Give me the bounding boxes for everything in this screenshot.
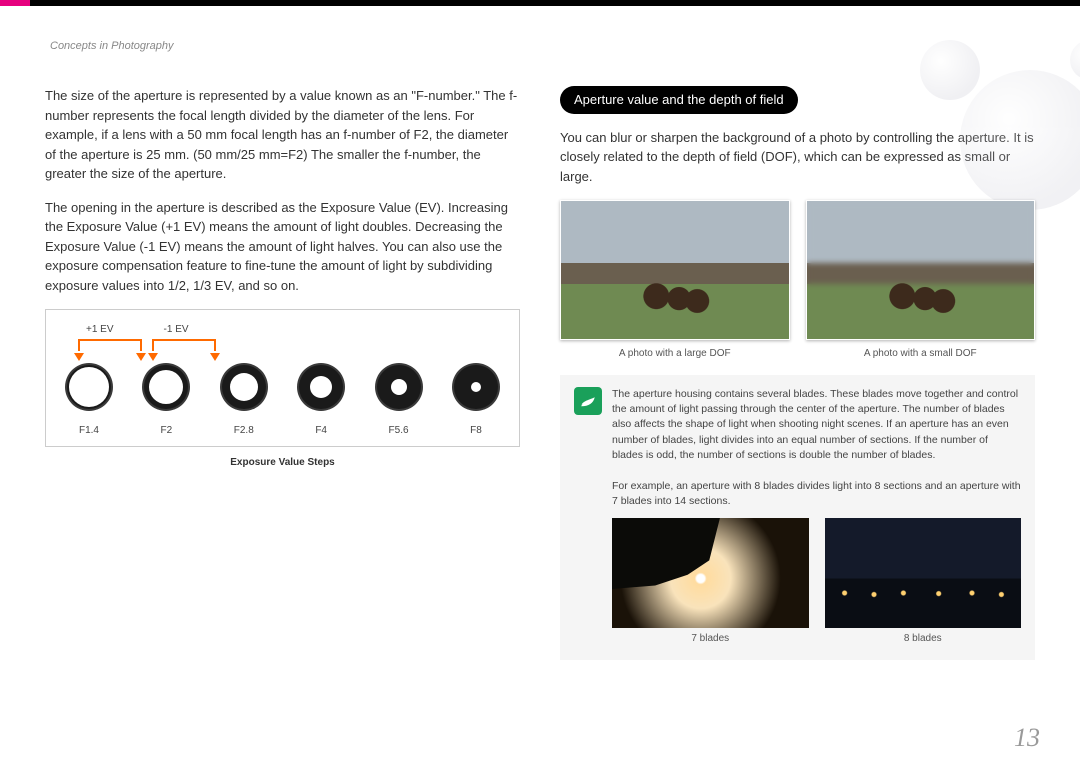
photo-small-dof xyxy=(806,200,1036,340)
body-paragraph: The size of the aperture is represented … xyxy=(45,86,520,184)
caption-small-dof: A photo with a small DOF xyxy=(806,346,1036,361)
aperture-label: F4 xyxy=(290,423,352,438)
ev-arrows xyxy=(56,339,509,357)
note-paragraph: For example, an aperture with 8 blades d… xyxy=(574,479,1021,509)
blade-photo-row xyxy=(574,518,1021,628)
aperture-icon xyxy=(450,361,502,413)
caption-7-blades: 7 blades xyxy=(612,632,809,647)
aperture-label: F5.6 xyxy=(368,423,430,438)
dof-photo-row xyxy=(560,200,1035,340)
note-paragraph: The aperture housing contains several bl… xyxy=(612,387,1021,463)
aperture-label: F2.8 xyxy=(213,423,275,438)
left-column: The size of the aperture is represented … xyxy=(45,86,520,660)
aperture-stop: F8 xyxy=(445,361,507,438)
info-note: The aperture housing contains several bl… xyxy=(560,375,1035,660)
aperture-icon xyxy=(295,361,347,413)
breadcrumb: Concepts in Photography xyxy=(50,40,174,52)
aperture-icon xyxy=(140,361,192,413)
caption-large-dof: A photo with a large DOF xyxy=(560,346,790,361)
body-paragraph: The opening in the aperture is described… xyxy=(45,198,520,296)
photo-large-dof xyxy=(560,200,790,340)
aperture-stop: F2.8 xyxy=(213,361,275,438)
aperture-stop: F5.6 xyxy=(368,361,430,438)
page-content: The size of the aperture is represented … xyxy=(0,6,1080,660)
aperture-icon xyxy=(373,361,425,413)
aperture-stop: F2 xyxy=(135,361,197,438)
note-icon xyxy=(574,387,602,415)
aperture-stop: F1.4 xyxy=(58,361,120,438)
ev-top-labels: +1 EV -1 EV xyxy=(56,322,509,337)
section-heading: Aperture value and the depth of field xyxy=(560,86,798,114)
aperture-icon xyxy=(63,361,115,413)
aperture-label: F2 xyxy=(135,423,197,438)
body-paragraph: You can blur or sharpen the background o… xyxy=(560,128,1035,187)
aperture-label: F1.4 xyxy=(58,423,120,438)
photo-8-blades xyxy=(825,518,1022,628)
aperture-stop: F4 xyxy=(290,361,352,438)
photo-7-blades xyxy=(612,518,809,628)
right-column: Aperture value and the depth of field Yo… xyxy=(560,86,1035,660)
arrow-plus-ev xyxy=(78,339,142,355)
aperture-icon xyxy=(218,361,270,413)
aperture-label: F8 xyxy=(445,423,507,438)
page-number: 13 xyxy=(1014,723,1040,753)
ev-label-minus: -1 EV xyxy=(164,322,189,337)
arrow-minus-ev xyxy=(152,339,216,355)
exposure-value-diagram: +1 EV -1 EV F1.4 F2 F2.8 F4 F5.6 F8 xyxy=(45,309,520,447)
caption-8-blades: 8 blades xyxy=(825,632,1022,647)
dof-captions: A photo with a large DOF A photo with a … xyxy=(560,342,1035,361)
ev-label-plus: +1 EV xyxy=(86,322,114,337)
blade-captions: 7 blades 8 blades xyxy=(574,632,1021,647)
ev-caption: Exposure Value Steps xyxy=(45,455,520,470)
aperture-row: F1.4 F2 F2.8 F4 F5.6 F8 xyxy=(56,357,509,438)
